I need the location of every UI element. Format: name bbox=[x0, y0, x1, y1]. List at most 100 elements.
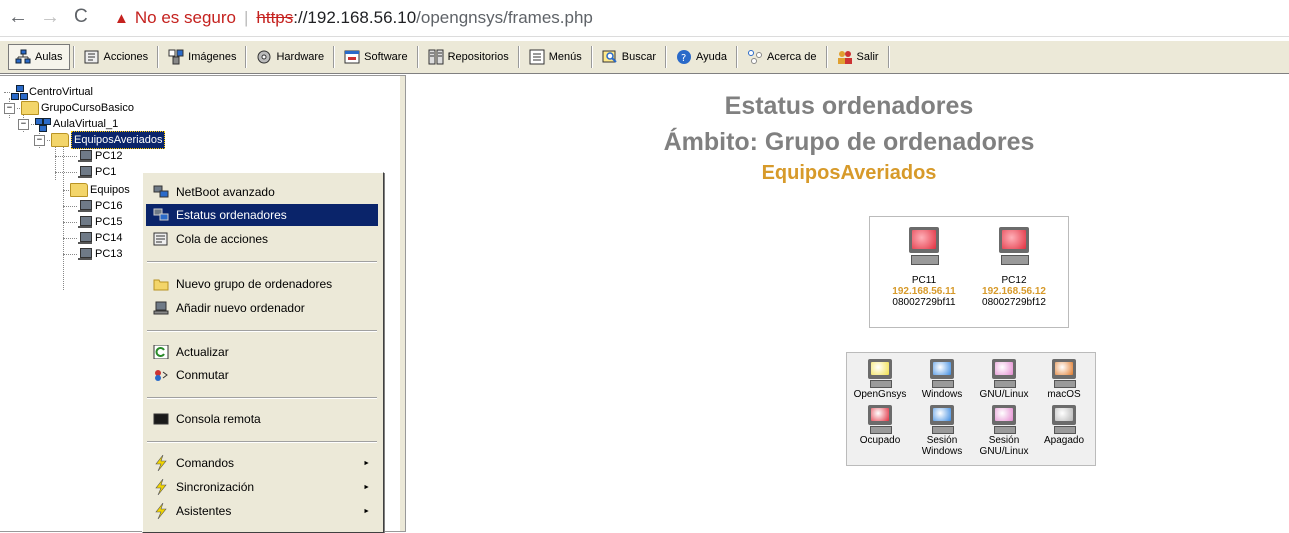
tree-label: AulaVirtual_1 bbox=[53, 118, 119, 130]
tree-node-pc12[interactable]: PC12 bbox=[55, 148, 123, 164]
tree-node-centro[interactable]: CentroVirtual bbox=[4, 84, 93, 100]
search-icon bbox=[602, 49, 618, 65]
toolbar-repositorios[interactable]: Repositorios bbox=[422, 45, 515, 69]
legend-item: GNU/Linux bbox=[973, 359, 1035, 400]
toolbar-separator bbox=[736, 46, 739, 68]
menu-item-anadir-ordenador[interactable]: Añadir nuevo ordenador bbox=[146, 297, 378, 319]
menu-separator bbox=[147, 330, 377, 332]
folder-icon bbox=[70, 183, 88, 197]
toolbar-label: Menús bbox=[548, 51, 582, 63]
menu-item-sincronizacion[interactable]: Sincronización ► bbox=[146, 476, 378, 498]
menu-item-netboot[interactable]: NetBoot avanzado bbox=[146, 181, 378, 203]
toolbar-label: Salir bbox=[856, 51, 879, 63]
toolbar-acciones[interactable]: Acciones bbox=[78, 45, 155, 69]
back-button[interactable]: ← bbox=[8, 6, 28, 28]
toolbar-separator bbox=[825, 46, 828, 68]
menu-item-actualizar[interactable]: Actualizar bbox=[146, 341, 378, 363]
warning-icon: ▲ bbox=[114, 10, 129, 27]
tree-node-pc15[interactable]: PC15 bbox=[63, 214, 123, 230]
menu-label: Añadir nuevo ordenador bbox=[176, 301, 305, 315]
menu-separator bbox=[147, 441, 377, 443]
scope-title: Ámbito: Grupo de ordenadores bbox=[663, 128, 1035, 156]
toolbar-software[interactable]: Software bbox=[338, 45, 413, 69]
computer-icon bbox=[78, 149, 93, 163]
lightning-icon bbox=[152, 479, 170, 495]
network-icon bbox=[11, 85, 28, 100]
toolbar-salir[interactable]: Salir bbox=[831, 45, 885, 69]
tree-node-pc16[interactable]: PC16 bbox=[63, 198, 123, 214]
switch-icon bbox=[152, 367, 170, 383]
computer-icon bbox=[78, 231, 93, 245]
computer-name: PC12 bbox=[1001, 275, 1027, 286]
toolbar-ayuda[interactable]: ? Ayuda bbox=[670, 45, 733, 69]
toolbar-separator bbox=[333, 46, 336, 68]
toolbar-aulas[interactable]: Aulas bbox=[8, 44, 70, 70]
folder-icon bbox=[51, 133, 69, 147]
address-bar[interactable]: ▲ No es seguro | https://192.168.56.10/open… bbox=[114, 6, 593, 31]
menu-label: Consola remota bbox=[176, 412, 261, 426]
menu-label: Cola de acciones bbox=[176, 232, 269, 246]
tree-label: EquiposAveriados bbox=[71, 131, 166, 149]
address-separator: | bbox=[243, 8, 249, 27]
toolbar-acerca-de[interactable]: Acerca de bbox=[741, 45, 823, 69]
reload-button[interactable]: C bbox=[74, 6, 88, 28]
toolbar-separator bbox=[887, 46, 890, 68]
menu-item-comandos[interactable]: Comandos ► bbox=[146, 452, 378, 474]
legend-label: Sesión Windows bbox=[921, 435, 963, 457]
toolbar-separator bbox=[72, 46, 75, 68]
toolbar-hardware[interactable]: Hardware bbox=[250, 45, 330, 69]
tree-node-pc13[interactable]: PC13 bbox=[63, 246, 123, 262]
menu-item-nuevo-grupo[interactable]: Nuevo grupo de ordenadores bbox=[146, 273, 378, 295]
monitor-icon bbox=[992, 405, 1016, 435]
computer-ip: 192.168.56.12 bbox=[982, 286, 1046, 297]
menu-item-cola[interactable]: Cola de acciones bbox=[146, 228, 378, 250]
tree-node-pc11[interactable]: PC1 bbox=[55, 164, 116, 180]
tree-node-pc14[interactable]: PC14 bbox=[63, 230, 123, 246]
tree-connector bbox=[63, 253, 77, 255]
collapse-icon[interactable]: − bbox=[18, 118, 29, 130]
monitor-icon bbox=[930, 359, 954, 389]
toolbar-buscar[interactable]: Buscar bbox=[596, 45, 662, 69]
tree-node-room[interactable]: − AulaVirtual_1 bbox=[18, 116, 118, 132]
toolbar-menus[interactable]: Menús bbox=[523, 45, 588, 69]
legend-label: Apagado bbox=[1043, 435, 1085, 446]
computer-name: PC11 bbox=[911, 275, 937, 286]
forward-button[interactable]: → bbox=[40, 6, 60, 28]
collapse-icon[interactable]: − bbox=[4, 102, 15, 114]
folder-icon bbox=[152, 276, 170, 292]
submenu-arrow-icon: ► bbox=[363, 459, 370, 467]
legend-label: GNU/Linux bbox=[979, 389, 1029, 400]
toolbar-imagenes[interactable]: Imágenes bbox=[162, 45, 242, 69]
tree-connector bbox=[4, 91, 10, 93]
tree-connector bbox=[55, 155, 77, 157]
hardware-icon bbox=[256, 49, 272, 65]
toolbar-label: Hardware bbox=[276, 51, 325, 63]
menu-label: Sincronización bbox=[176, 480, 255, 494]
tree-node-selected[interactable]: − EquiposAveriados bbox=[34, 131, 166, 149]
legend-item: Apagado bbox=[1033, 405, 1095, 446]
main-panel: Estatus ordenadores Ámbito: Grupo de ord… bbox=[406, 76, 1289, 531]
toolbar-label: Imágenes bbox=[188, 51, 237, 63]
tree-node-folder[interactable]: Equipos bbox=[63, 182, 130, 198]
menu-item-conmutar[interactable]: Conmutar bbox=[146, 364, 378, 386]
monitor-icon bbox=[1052, 359, 1076, 389]
computers-grid: PC11 192.168.56.11 08002729bf11 PC12 192… bbox=[869, 216, 1069, 328]
computer-card[interactable]: PC12 192.168.56.12 08002729bf12 bbox=[974, 225, 1054, 308]
computer-card[interactable]: PC11 192.168.56.11 08002729bf11 bbox=[884, 225, 964, 308]
monitor-icon bbox=[930, 405, 954, 435]
browser-bar: ← → C ▲ No es seguro | https://192.168.56.1… bbox=[0, 0, 1289, 37]
legend-item: Windows bbox=[911, 359, 973, 400]
menu-item-consola[interactable]: Consola remota bbox=[146, 408, 378, 430]
tree-node-group[interactable]: − GrupoCursoBasico bbox=[4, 100, 134, 116]
legend-label: Windows bbox=[921, 389, 963, 400]
menu-item-asistentes[interactable]: Asistentes ► bbox=[146, 500, 378, 522]
collapse-icon[interactable]: − bbox=[34, 134, 45, 146]
menu-label: Comandos bbox=[176, 456, 235, 470]
users-exit-icon bbox=[837, 49, 853, 65]
computer-icon bbox=[78, 247, 93, 261]
legend-item: OpenGnsys bbox=[849, 359, 911, 400]
security-warning[interactable]: No es seguro bbox=[135, 8, 236, 27]
menu-label: NetBoot avanzado bbox=[176, 185, 275, 199]
tree-connector bbox=[63, 205, 77, 207]
menu-item-estatus[interactable]: Estatus ordenadores bbox=[146, 204, 378, 226]
